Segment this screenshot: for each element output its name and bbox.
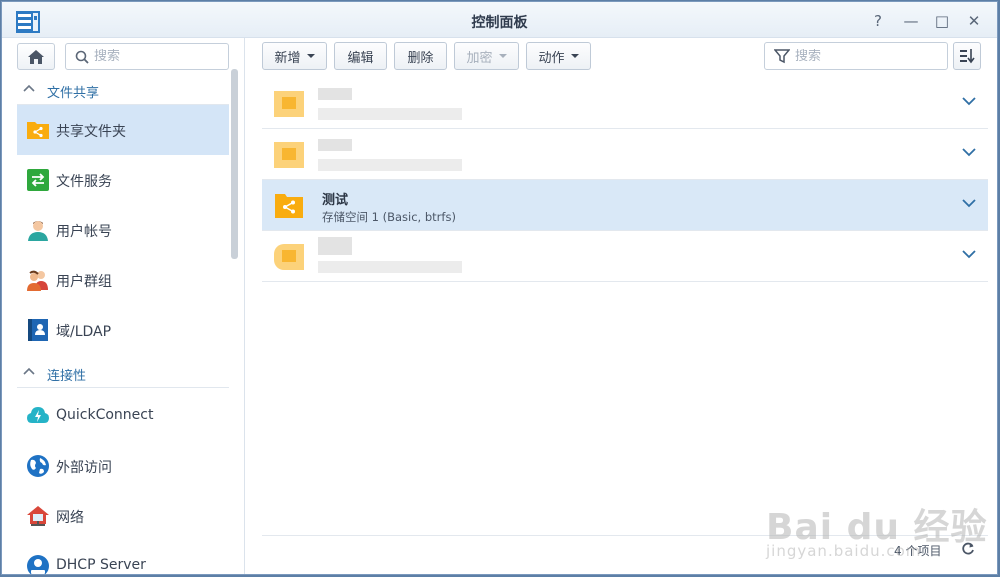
sidebar-item-external-access[interactable]: 外部访问 xyxy=(17,441,229,491)
main-panel: 新增 编辑 删除 加密 动作 搜索 测试 存储空间 1 (Basic, btrf… xyxy=(246,38,997,574)
folder-name: 测试 xyxy=(322,193,349,208)
folder-icon xyxy=(274,242,304,270)
chevron-up-icon xyxy=(23,84,35,92)
chevron-down-icon[interactable] xyxy=(962,249,976,259)
folder-search-field[interactable] xyxy=(764,42,948,70)
action-button-label: 动作 xyxy=(538,50,565,66)
ldap-icon xyxy=(28,319,48,341)
sidebar-item-dhcp-server[interactable]: DHCP Server xyxy=(17,541,229,574)
folder-location: 存储空间 1 (Basic, btrfs) xyxy=(322,210,456,224)
baidu-watermark: Bai du 经验 jingyan.baidu.com xyxy=(766,498,988,560)
delete-button[interactable]: 删除 xyxy=(394,42,447,70)
action-button[interactable]: 动作 xyxy=(526,42,591,70)
sidebar-item-label: 网络 xyxy=(56,510,84,526)
minimize-button[interactable]: — xyxy=(900,10,922,32)
network-icon xyxy=(27,506,49,526)
sidebar-item-user-group[interactable]: 用户群组 xyxy=(17,255,229,305)
title-bar: 控制面板 ? — □ ✕ xyxy=(2,2,997,38)
dropdown-caret-icon xyxy=(570,54,579,58)
sidebar-item-network[interactable]: 网络 xyxy=(17,491,229,541)
redacted-name xyxy=(318,237,352,255)
window-title: 控制面板 xyxy=(471,15,528,31)
sidebar-scrollbar[interactable] xyxy=(231,69,238,259)
create-button[interactable]: 新增 xyxy=(262,42,327,70)
globe-icon xyxy=(27,455,49,477)
edit-button[interactable]: 编辑 xyxy=(334,42,387,70)
sort-icon xyxy=(960,49,975,64)
section-label: 文件共享 xyxy=(47,86,100,101)
file-services-icon xyxy=(27,169,49,191)
redacted-subtitle xyxy=(318,261,462,273)
redacted-subtitle xyxy=(318,108,462,120)
chevron-down-icon[interactable] xyxy=(962,198,976,208)
search-icon xyxy=(75,50,89,64)
sidebar-item-domain-ldap[interactable]: 域/LDAP xyxy=(17,305,229,355)
folder-row[interactable] xyxy=(262,78,988,129)
section-connectivity[interactable]: 连接性 xyxy=(17,358,229,388)
redacted-name xyxy=(318,139,352,151)
dropdown-caret-icon xyxy=(306,54,315,58)
sidebar-item-shared-folder[interactable]: 共享文件夹 xyxy=(17,105,229,155)
folder-icon xyxy=(274,140,304,168)
sidebar-search-input[interactable] xyxy=(94,49,219,64)
shared-folder-icon xyxy=(27,122,49,139)
home-icon xyxy=(28,49,44,64)
chevron-down-icon[interactable] xyxy=(962,147,976,157)
dropdown-caret-icon xyxy=(498,54,507,58)
sidebar-item-quickconnect[interactable]: QuickConnect xyxy=(17,391,229,441)
maximize-button[interactable]: □ xyxy=(931,10,953,32)
sidebar-search-field[interactable] xyxy=(65,43,229,70)
shared-folder-icon xyxy=(275,194,303,218)
sidebar-item-label: 外部访问 xyxy=(56,460,112,476)
home-button[interactable] xyxy=(17,43,55,70)
folder-search-input[interactable] xyxy=(795,49,935,64)
dhcp-icon xyxy=(27,555,49,574)
group-icon xyxy=(27,270,48,291)
delete-button-label: 删除 xyxy=(407,50,434,66)
close-button[interactable]: ✕ xyxy=(963,10,985,32)
sidebar-item-user-account[interactable]: 用户帐号 xyxy=(17,205,229,255)
sort-button[interactable] xyxy=(953,42,981,70)
folder-row-selected[interactable]: 测试 存储空间 1 (Basic, btrfs) xyxy=(262,180,988,231)
watermark-url: jingyan.baidu.com xyxy=(766,542,922,560)
create-button-label: 新增 xyxy=(274,50,301,66)
redacted-name xyxy=(318,88,352,100)
sidebar-item-file-services[interactable]: 文件服务 xyxy=(17,155,229,205)
edit-button-label: 编辑 xyxy=(347,50,374,66)
sidebar-item-label: 文件服务 xyxy=(56,174,112,190)
section-file-sharing[interactable]: 文件共享 xyxy=(17,75,229,105)
sidebar-item-label: 用户群组 xyxy=(56,274,112,290)
section-label: 连接性 xyxy=(47,369,87,384)
folder-icon xyxy=(274,89,304,117)
quickconnect-icon xyxy=(27,407,49,423)
help-button[interactable]: ? xyxy=(867,10,889,32)
redacted-subtitle xyxy=(318,159,462,171)
sidebar-item-label: 用户帐号 xyxy=(56,224,112,240)
sidebar-item-label: QuickConnect xyxy=(56,407,154,423)
user-icon xyxy=(28,221,48,241)
chevron-down-icon[interactable] xyxy=(962,96,976,106)
folder-row[interactable] xyxy=(262,231,988,282)
control-panel-window: 控制面板 ? — □ ✕ 文件共享 xyxy=(1,1,998,575)
sidebar: 文件共享 共享文件夹 文件服务 用户帐号 xyxy=(2,38,245,574)
encrypt-button[interactable]: 加密 xyxy=(454,42,519,70)
chevron-up-icon xyxy=(23,367,35,375)
sidebar-item-label: 域/LDAP xyxy=(56,324,112,340)
sidebar-item-label: DHCP Server xyxy=(56,557,146,573)
sidebar-item-label: 共享文件夹 xyxy=(56,124,126,140)
filter-icon xyxy=(774,49,790,64)
folder-row[interactable] xyxy=(262,129,988,180)
encrypt-button-label: 加密 xyxy=(466,50,493,66)
